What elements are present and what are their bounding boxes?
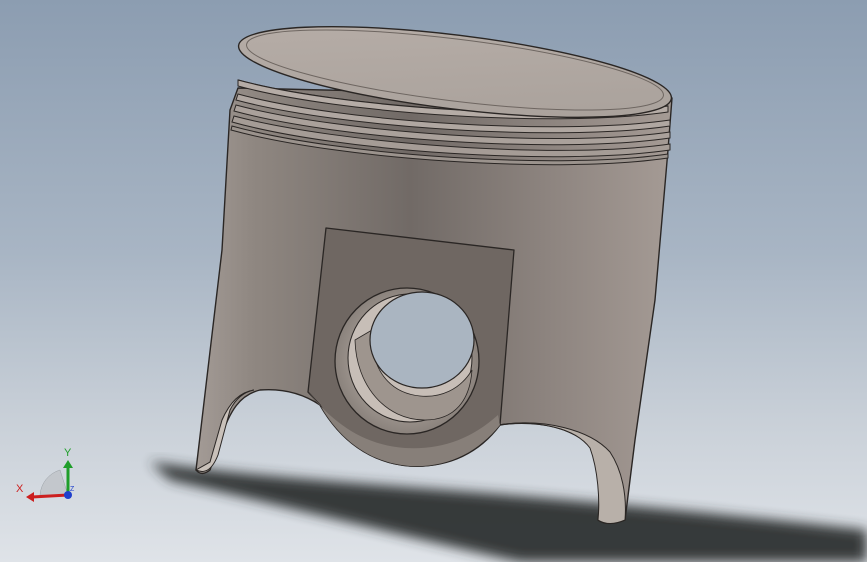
axis-triad[interactable]: X Y Z [10,440,80,510]
piston-model[interactable] [0,0,867,562]
x-axis-label: X [16,483,24,495]
x-axis-icon [31,493,69,499]
ground-shadow [150,462,867,562]
triad-plane-icon [39,469,69,496]
3d-viewport[interactable]: X Y Z [0,0,867,562]
z-axis-label: Z [70,486,75,493]
pin-bore-hole [369,291,475,389]
x-arrow-icon [26,492,34,502]
y-arrow-icon [63,460,73,468]
y-axis-label: Y [64,447,72,459]
